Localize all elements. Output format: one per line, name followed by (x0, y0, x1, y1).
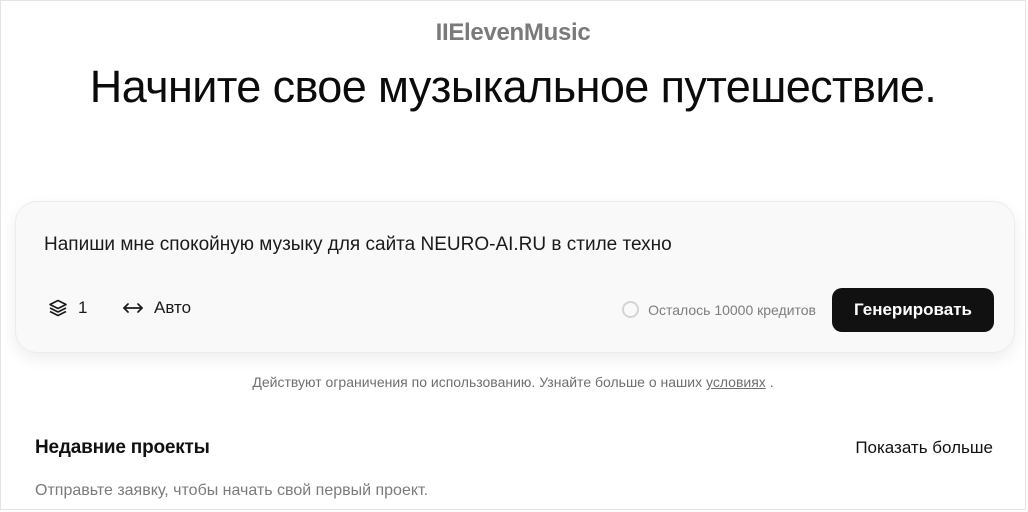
page: IIElevenMusic Начните свое музыкальное п… (0, 0, 1026, 510)
brand-logo: IIElevenMusic (435, 19, 591, 46)
duration-control[interactable]: Авто (122, 298, 191, 318)
arrows-horizontal-icon (122, 301, 144, 315)
usage-notice: Действуют ограничения по использованию. … (1, 374, 1025, 390)
layers-icon (48, 298, 68, 318)
terms-link[interactable]: условиях (706, 374, 766, 390)
credits-ring-icon (622, 301, 640, 318)
variations-count-control[interactable]: 1 (48, 298, 87, 318)
recent-projects-heading: Недавние проекты (35, 437, 210, 458)
duration-value: Авто (154, 298, 192, 317)
prompt-card: Напиши мне спокойную музыку для сайта NE… (15, 201, 1015, 353)
credits-indicator: Осталось 10000 кредитов (622, 301, 816, 318)
page-title: Начните свое музыкальное путешествие. (89, 61, 937, 112)
variations-count-value: 1 (78, 298, 88, 317)
usage-notice-text: Действуют ограничения по использованию. … (252, 374, 703, 390)
prompt-input[interactable]: Напиши мне спокойную музыку для сайта NE… (44, 234, 986, 256)
empty-projects-message: Отправьте заявку, чтобы начать свой перв… (35, 482, 429, 499)
usage-notice-end: . (769, 374, 774, 390)
show-more-button[interactable]: Показать больше (855, 438, 993, 458)
credits-text: Осталось 10000 кредитов (648, 301, 816, 318)
generate-button[interactable]: Генерировать (832, 288, 994, 332)
